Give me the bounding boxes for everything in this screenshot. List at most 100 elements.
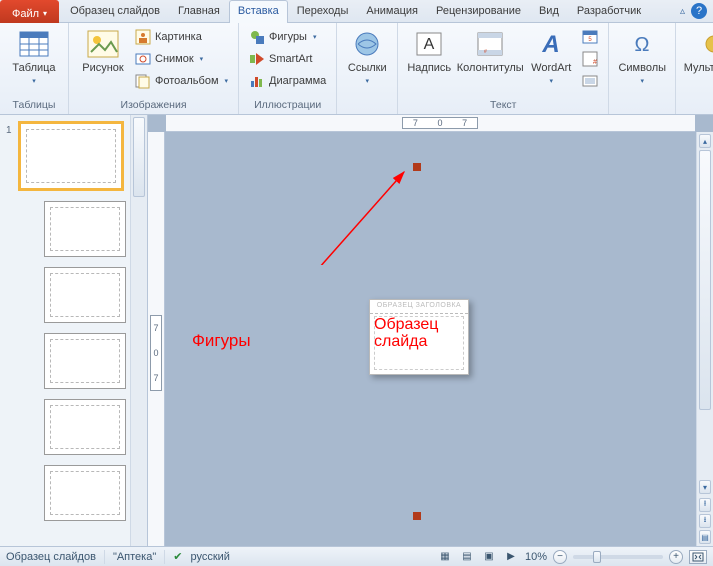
media-button[interactable]: Мультимедиа▾ xyxy=(682,26,713,88)
prev-slide-icon[interactable]: ⭱ xyxy=(699,498,711,512)
svg-text:#: # xyxy=(593,59,597,66)
screenshot-button[interactable]: Снимок ▾ xyxy=(131,48,232,70)
layout-thumbnail[interactable] xyxy=(44,201,126,257)
symbols-label: Символы xyxy=(618,62,666,74)
smartart-label: SmartArt xyxy=(269,53,312,65)
hyperlink-icon xyxy=(351,28,383,60)
smartart-icon xyxy=(249,51,265,67)
normal-view-button[interactable]: ▦ xyxy=(437,550,453,564)
symbols-button[interactable]: Ω Символы▾ xyxy=(615,26,669,88)
zoom-level[interactable]: 10% xyxy=(525,551,547,563)
group-links-label xyxy=(343,109,391,114)
annotation-shapes-label: Фигуры xyxy=(192,331,251,351)
horizontal-ruler: 7 0 7 xyxy=(166,115,695,132)
clipart-button[interactable]: Картинка xyxy=(131,26,232,48)
canvas-scrollbar[interactable]: ▴ ▾ ⭱ ⭳ ▤ xyxy=(696,132,713,546)
scroll-down-icon[interactable]: ▾ xyxy=(699,480,711,494)
picture-button-label: Рисунок xyxy=(82,62,124,74)
chevron-down-icon: ▾ xyxy=(313,33,317,41)
tab-developer[interactable]: Разработчик xyxy=(568,0,650,23)
chart-button[interactable]: Диаграмма xyxy=(245,70,330,92)
textbox-icon: A xyxy=(413,28,445,60)
reading-view-button[interactable]: ▣ xyxy=(481,550,497,564)
group-images-label: Изображения xyxy=(75,97,232,114)
tab-view[interactable]: Вид xyxy=(530,0,568,23)
shapes-button[interactable]: Фигуры ▾ xyxy=(245,26,330,48)
chevron-down-icon: ▾ xyxy=(225,77,229,85)
textbox-button[interactable]: A Надпись xyxy=(404,26,454,74)
chart-label: Диаграмма xyxy=(269,75,326,87)
slide-number-icon: # xyxy=(582,51,598,67)
thumbnails-scrollbar[interactable] xyxy=(130,115,147,546)
status-view-mode: Образец слайдов xyxy=(6,551,96,563)
help-icon[interactable]: ? xyxy=(691,3,707,19)
slideshow-view-button[interactable]: ▶ xyxy=(503,550,519,564)
vertical-ruler: 7 0 7 xyxy=(148,132,165,546)
file-tab[interactable]: Файл ▾ xyxy=(0,0,59,23)
layout-thumbnail[interactable] xyxy=(44,333,126,389)
chevron-down-icon: ▾ xyxy=(365,78,369,85)
annotation-slide-master-block: ОБРАЗЕЦ ЗАГОЛОВКА Образец слайда xyxy=(369,299,469,375)
date-time-button[interactable]: 5 xyxy=(578,26,602,48)
next-slide-icon[interactable]: ⭳ xyxy=(699,514,711,528)
photoalbum-button[interactable]: Фотоальбом ▾ xyxy=(131,70,232,92)
table-button[interactable]: Таблица▾ xyxy=(6,26,62,88)
workspace: 1 7 0 7 7 0 7 xyxy=(0,115,713,546)
spellcheck-icon[interactable]: ✔ xyxy=(173,550,182,563)
links-button[interactable]: Ссылки▾ xyxy=(343,26,391,88)
layout-thumbnail[interactable] xyxy=(44,399,126,455)
screenshot-label: Снимок xyxy=(155,53,194,65)
status-language[interactable]: русский xyxy=(190,551,229,563)
header-footer-button[interactable]: # Колонтитулы xyxy=(454,26,526,74)
layout-thumbnail[interactable] xyxy=(44,465,126,521)
scroll-up-icon[interactable]: ▴ xyxy=(699,134,711,148)
media-label: Мультимедиа xyxy=(684,62,713,74)
slide-number: 1 xyxy=(6,121,14,136)
symbol-icon: Ω xyxy=(626,28,658,60)
shape-handle xyxy=(413,512,421,520)
annotation-arrows xyxy=(148,115,448,265)
group-tables-label: Таблицы xyxy=(6,97,62,114)
layout-thumbnail[interactable] xyxy=(44,267,126,323)
smartart-button[interactable]: SmartArt xyxy=(245,48,330,70)
media-icon xyxy=(702,28,713,60)
chevron-down-icon: ▾ xyxy=(549,78,553,85)
group-images: Рисунок Картинка Снимок ▾ Фотоальбом ▾ xyxy=(69,23,239,114)
status-theme: "Аптека" xyxy=(113,551,156,563)
file-tab-label: Файл xyxy=(12,8,39,20)
chevron-down-icon: ▾ xyxy=(200,55,204,63)
shapes-icon xyxy=(249,29,265,45)
photoalbum-icon xyxy=(135,73,151,89)
fit-to-window-button[interactable] xyxy=(689,550,707,564)
zoom-out-button[interactable]: − xyxy=(553,550,567,564)
clipart-icon xyxy=(135,29,151,45)
tab-insert[interactable]: Вставка xyxy=(229,0,288,23)
annotation-block-header: ОБРАЗЕЦ ЗАГОЛОВКА xyxy=(370,300,468,314)
photoalbum-label: Фотоальбом xyxy=(155,75,219,87)
object-icon xyxy=(582,73,598,89)
chevron-down-icon: ▾ xyxy=(32,78,36,85)
slide-thumbnails-pane: 1 xyxy=(0,115,148,546)
tab-slide-master[interactable]: Образец слайдов xyxy=(61,0,169,23)
tab-animation[interactable]: Анимация xyxy=(357,0,427,23)
wordart-label: WordArt xyxy=(531,62,571,74)
minimize-ribbon-icon[interactable]: ▵ xyxy=(680,6,685,22)
slide-number-button[interactable]: # xyxy=(578,48,602,70)
tab-review[interactable]: Рецензирование xyxy=(427,0,530,23)
tab-bar: Файл ▾ Образец слайдов Главная Вставка П… xyxy=(0,0,713,23)
zoom-slider[interactable] xyxy=(573,555,663,559)
object-button[interactable] xyxy=(578,70,602,92)
tab-home[interactable]: Главная xyxy=(169,0,229,23)
svg-text:#: # xyxy=(484,49,487,55)
clipart-label: Картинка xyxy=(155,31,202,43)
slide-canvas[interactable]: 7 0 7 7 0 7 Фигуры ОБРАЗЕЦ ЗАГОЛОВКА Обр… xyxy=(148,115,713,546)
wordart-button[interactable]: A WordArt▾ xyxy=(526,26,576,88)
sorter-view-button[interactable]: ▤ xyxy=(459,550,475,564)
picture-icon xyxy=(87,28,119,60)
picture-button[interactable]: Рисунок xyxy=(75,26,131,74)
group-text: A Надпись # Колонтитулы A WordArt▾ 5 # Т… xyxy=(398,23,609,114)
slide-show-icon[interactable]: ▤ xyxy=(699,530,711,544)
tab-transitions[interactable]: Переходы xyxy=(288,0,358,23)
zoom-in-button[interactable]: + xyxy=(669,550,683,564)
master-slide-thumbnail[interactable]: 1 xyxy=(6,121,143,191)
